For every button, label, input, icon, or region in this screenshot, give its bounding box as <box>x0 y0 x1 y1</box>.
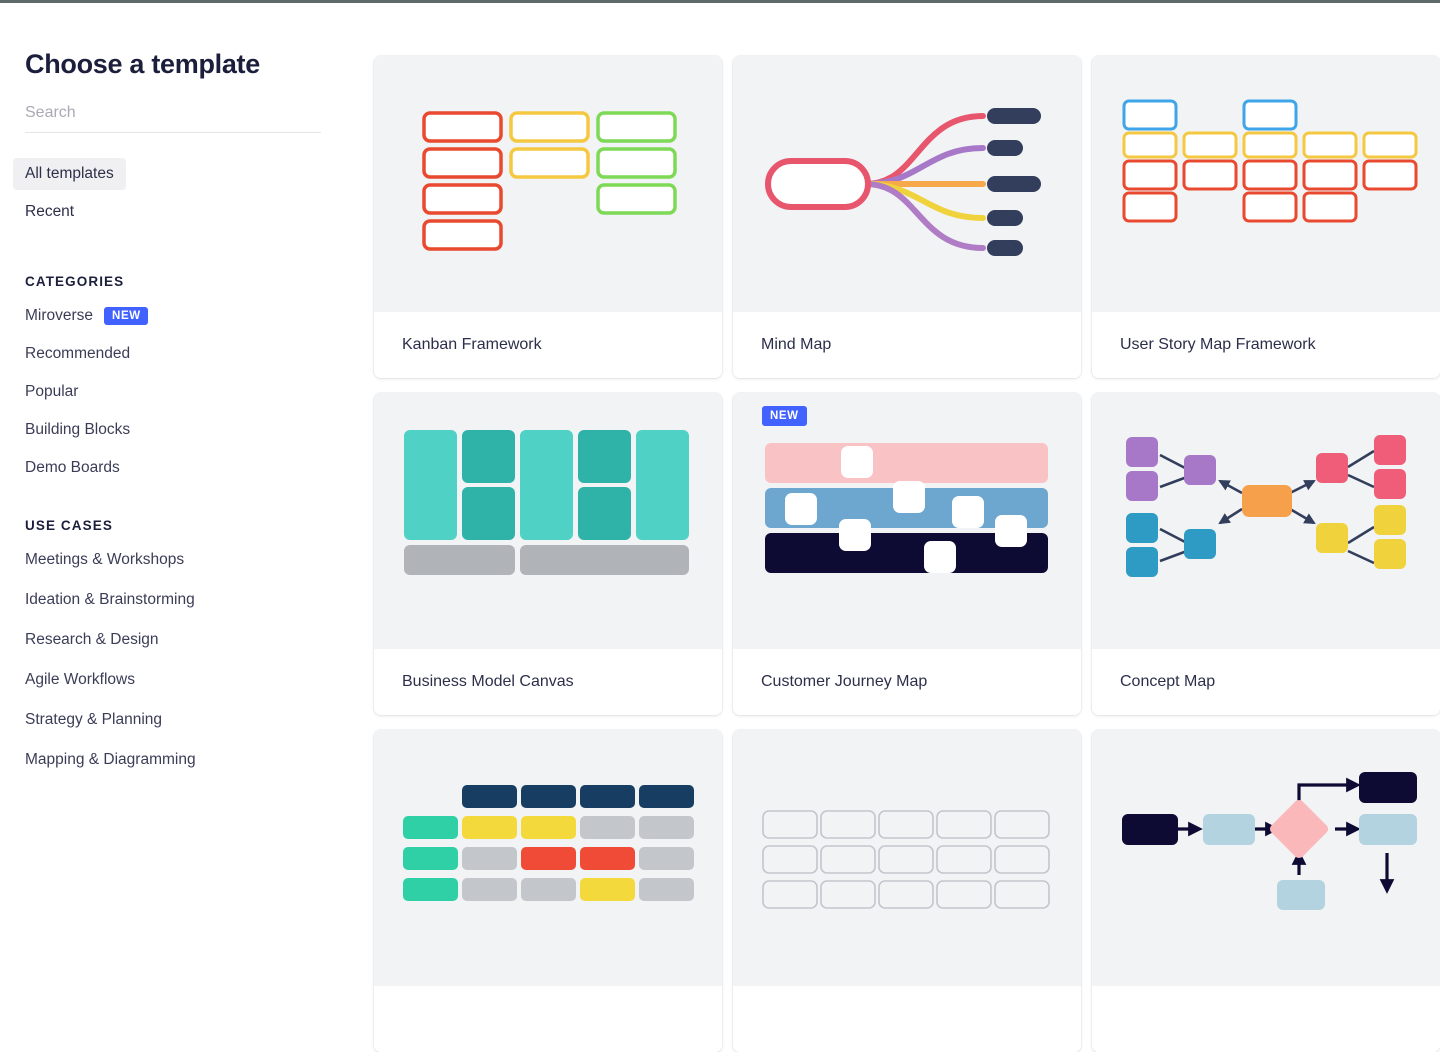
template-thumbnail <box>374 393 722 649</box>
concept-map-art <box>1126 435 1406 577</box>
template-picker-page: Choose a template All templates Recent C… <box>0 3 1440 1052</box>
primary-nav: All templates Recent <box>13 158 360 234</box>
template-thumbnail <box>1092 393 1440 649</box>
sidebar-item-demo-boards[interactable]: Demo Boards <box>25 458 120 478</box>
status-badge-new: NEW <box>762 406 807 426</box>
use-cases-heading: USE CASES <box>25 518 113 533</box>
sidebar-item-miroverse[interactable]: Miroverse NEW <box>25 306 148 326</box>
sidebar-item-recommended[interactable]: Recommended <box>25 344 130 364</box>
matrix-grid-art <box>403 785 694 901</box>
sidebar-item-label: Miroverse <box>25 307 94 324</box>
template-thumbnail <box>374 56 722 312</box>
template-card-matrix[interactable] <box>374 730 722 1052</box>
template-title: Mind Map <box>733 312 1081 378</box>
template-thumbnail <box>733 56 1081 312</box>
template-card-mind-map[interactable]: Mind Map <box>733 56 1081 378</box>
template-card-customer-journey-map[interactable]: NEW Customer Journey Map <box>733 393 1081 715</box>
template-card-flowchart[interactable] <box>1092 730 1440 1052</box>
template-thumbnail: NEW <box>733 393 1081 649</box>
template-card-kanban-framework[interactable]: Kanban Framework <box>374 56 722 378</box>
template-card-business-model-canvas[interactable]: Business Model Canvas <box>374 393 722 715</box>
template-title <box>733 986 1081 1052</box>
status-badge-new: NEW <box>104 307 148 325</box>
sidebar-item-strategy-planning[interactable]: Strategy & Planning <box>25 710 162 730</box>
template-title: User Story Map Framework <box>1092 312 1440 378</box>
template-title <box>1092 986 1440 1052</box>
search-input[interactable] <box>25 102 321 133</box>
mind-map-art <box>765 108 1041 256</box>
sidebar-item-agile-workflows[interactable]: Agile Workflows <box>25 670 135 690</box>
template-card-concept-map[interactable]: Concept Map <box>1092 393 1440 715</box>
template-card-user-story-map-framework[interactable]: User Story Map Framework <box>1092 56 1440 378</box>
sidebar-item-popular[interactable]: Popular <box>25 382 78 402</box>
sidebar-item-research-design[interactable]: Research & Design <box>25 630 159 650</box>
template-title: Customer Journey Map <box>733 649 1081 715</box>
template-thumbnail <box>1092 730 1440 986</box>
empty-grid-art <box>762 810 1050 909</box>
sidebar-item-label: Building Blocks <box>25 421 131 438</box>
template-title: Concept Map <box>1092 649 1440 715</box>
sidebar-item-ideation-brainstorming[interactable]: Ideation & Brainstorming <box>25 590 195 610</box>
template-title: Kanban Framework <box>374 312 722 378</box>
user-story-map-art <box>1122 99 1418 223</box>
template-grid: Kanban Framework Mind Map User Story Map… <box>374 56 1440 1052</box>
template-thumbnail <box>1092 56 1440 312</box>
sidebar-item-label: Demo Boards <box>25 459 120 476</box>
nav-row-recent: Recent <box>13 196 360 234</box>
sidebar-item-meetings-workshops[interactable]: Meetings & Workshops <box>25 550 184 570</box>
sidebar-item-all-templates[interactable]: All templates <box>13 158 126 190</box>
sidebar: Choose a template All templates Recent C… <box>0 3 360 900</box>
sidebar-item-label: Recommended <box>25 345 131 362</box>
sidebar-item-recent[interactable]: Recent <box>13 196 86 228</box>
business-model-canvas-art <box>404 430 689 575</box>
template-thumbnail <box>733 730 1081 986</box>
page-title: Choose a template <box>25 49 260 79</box>
template-title <box>374 986 722 1052</box>
nav-row-all-templates: All templates <box>13 158 360 196</box>
template-thumbnail <box>374 730 722 986</box>
flowchart-art <box>1122 772 1417 910</box>
search-field-wrapper <box>25 102 321 133</box>
sidebar-item-label: Popular <box>25 383 79 400</box>
template-card-empty-grid[interactable] <box>733 730 1081 1052</box>
categories-heading: CATEGORIES <box>25 274 125 289</box>
template-title: Business Model Canvas <box>374 649 722 715</box>
customer-journey-map-art <box>765 443 1048 573</box>
kanban-framework-art <box>422 111 677 251</box>
sidebar-item-building-blocks[interactable]: Building Blocks <box>25 420 130 440</box>
sidebar-item-mapping-diagramming[interactable]: Mapping & Diagramming <box>25 750 196 770</box>
